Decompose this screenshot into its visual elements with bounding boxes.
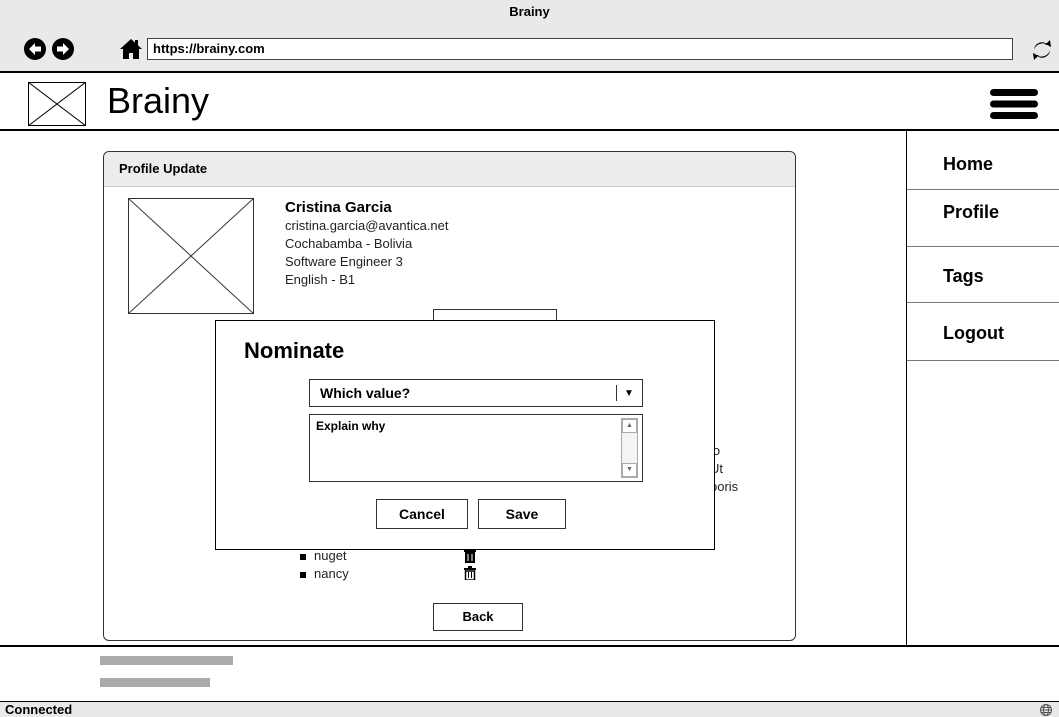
nav-item-tags[interactable]: Tags	[907, 247, 1059, 303]
trash-icon[interactable]	[464, 549, 476, 563]
brand-name: Brainy	[107, 80, 210, 121]
textarea-scrollbar[interactable]: ▲ ▼	[621, 418, 638, 478]
textarea-placeholder: Explain why	[316, 419, 386, 433]
footer	[0, 645, 1059, 701]
refresh-icon[interactable]	[1030, 38, 1054, 62]
chevron-down-icon[interactable]: ▼	[624, 381, 634, 407]
status-bar: Connected	[0, 701, 1059, 717]
select-divider	[616, 385, 617, 401]
save-button[interactable]: Save	[478, 499, 566, 529]
placeholder-line	[100, 678, 210, 687]
nav-item-home[interactable]: Home	[907, 131, 1059, 190]
nav-item-logout[interactable]: Logout	[907, 303, 1059, 361]
url-bar[interactable]: https://brainy.com	[147, 38, 1013, 60]
tag-label: nuget	[314, 548, 347, 563]
modal-title: Nominate	[244, 338, 345, 363]
nominate-modal: Nominate Which value? ▼ Explain why ▲ ▼ …	[215, 320, 715, 550]
tag-item: nuget	[300, 548, 347, 563]
scroll-up-icon[interactable]: ▲	[622, 419, 637, 433]
window-title: Brainy	[509, 4, 550, 19]
forward-arrow-icon[interactable]	[52, 38, 74, 60]
profile-role: Software Engineer 3	[285, 254, 403, 269]
status-text: Connected	[5, 702, 73, 717]
scroll-down-icon[interactable]: ▼	[622, 463, 637, 477]
panel-title: Profile Update	[104, 152, 795, 187]
profile-name: Cristina Garcia	[285, 199, 392, 216]
explain-textarea[interactable]: Explain why ▲ ▼	[309, 414, 643, 482]
browser-chrome: Brainy https://brainy.com	[0, 0, 1059, 73]
profile-language: English - B1	[285, 272, 356, 287]
placeholder-line	[100, 656, 233, 665]
side-nav: Home Profile Tags Logout	[906, 131, 1059, 645]
profile-email: cristina.garcia@avantica.net	[285, 218, 449, 233]
select-value: Which value?	[320, 385, 411, 401]
profile-location: Cochabamba - Bolivia	[285, 236, 413, 251]
back-button[interactable]: Back	[433, 603, 523, 631]
hamburger-menu-icon[interactable]	[990, 89, 1038, 119]
home-icon[interactable]	[120, 38, 142, 60]
app-header: Brainy	[0, 73, 1059, 131]
trash-icon[interactable]	[464, 566, 476, 580]
cancel-button[interactable]: Cancel	[376, 499, 468, 529]
logo-image	[28, 82, 86, 126]
tag-item: nancy	[300, 566, 349, 581]
value-select[interactable]: Which value? ▼	[309, 379, 643, 407]
back-arrow-icon[interactable]	[24, 38, 46, 60]
globe-icon	[1040, 704, 1052, 716]
bullet-icon	[300, 553, 306, 560]
tag-label: nancy	[314, 566, 349, 581]
bullet-icon	[300, 571, 306, 578]
profile-photo	[128, 198, 254, 314]
nav-item-profile[interactable]: Profile	[907, 190, 1059, 247]
